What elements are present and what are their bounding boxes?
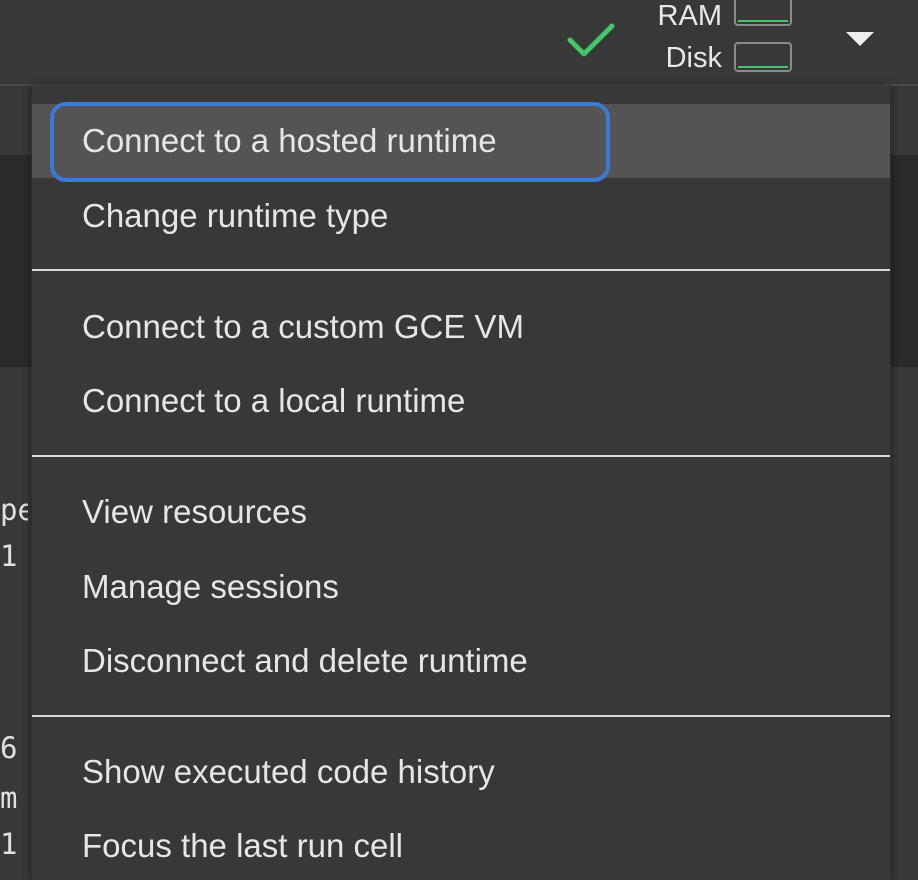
caret-down-icon[interactable] [846,30,874,48]
menu-divider [32,715,890,717]
top-toolbar: RAM Disk [0,0,918,86]
check-icon[interactable] [566,20,616,60]
code-fragment: pe [0,494,28,526]
menu-item-change-runtime-type[interactable]: Change runtime type [32,179,890,253]
ram-label: RAM [657,0,722,32]
runtime-dropdown-menu: Connect to a hosted runtime Change runti… [31,86,891,880]
menu-item-focus-last-run-cell[interactable]: Focus the last run cell [32,809,890,880]
highlight-annotation [50,102,610,182]
menu-divider [32,269,890,271]
disk-label: Disk [665,42,722,74]
code-fragment: m [0,782,18,814]
menu-item-disconnect-delete-runtime[interactable]: Disconnect and delete runtime [32,624,890,698]
menu-item-connect-local-runtime[interactable]: Connect to a local runtime [32,364,890,438]
menu-divider [32,455,890,457]
disk-meter[interactable] [734,42,792,72]
code-fragment: 1 [0,828,18,860]
menu-item-connect-gce-vm[interactable]: Connect to a custom GCE VM [32,290,890,364]
menu-item-manage-sessions[interactable]: Manage sessions [32,550,890,624]
code-fragment: 6 [0,732,18,764]
menu-item-show-code-history[interactable]: Show executed code history [32,735,890,809]
runtime-menu-screen: RAM Disk pe 1 6 m 1 Connect to a hosted … [0,0,918,880]
menu-item-view-resources[interactable]: View resources [32,475,890,549]
ram-meter[interactable] [734,0,792,26]
code-fragment: 1 [0,540,18,572]
